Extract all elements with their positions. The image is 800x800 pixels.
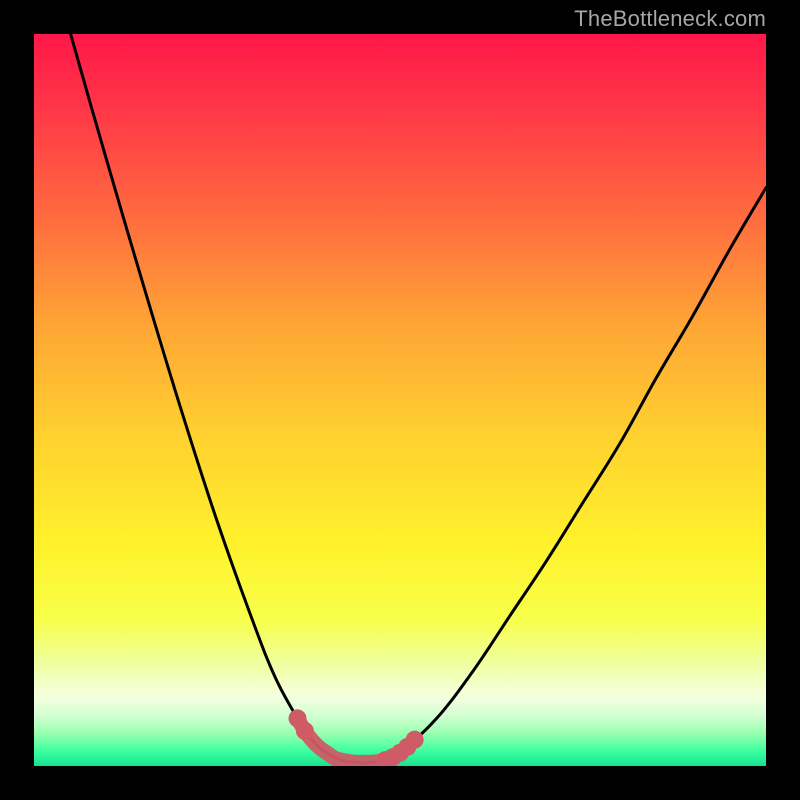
- watermark-text: TheBottleneck.com: [574, 6, 766, 32]
- black-frame: [0, 0, 800, 800]
